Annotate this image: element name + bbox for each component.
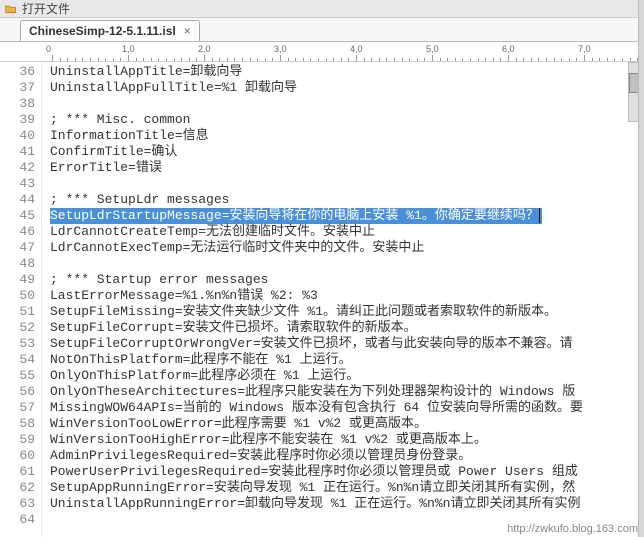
code-line[interactable]: LdrCannotCreateTemp=无法创建临时文件。安装中止 [50, 224, 644, 240]
line-number: 45 [0, 208, 35, 224]
code-line[interactable]: LastErrorMessage=%1.%n%n错误 %2: %3 [50, 288, 644, 304]
code-line[interactable]: SetupFileCorrupt=安装文件已损坏。请索取软件的新版本。 [50, 320, 644, 336]
line-number: 36 [0, 64, 35, 80]
line-number: 59 [0, 432, 35, 448]
open-file-label[interactable]: 打开文件 [22, 0, 70, 17]
line-number: 48 [0, 256, 35, 272]
code-line[interactable]: UninstallAppTitle=卸载向导 [50, 64, 644, 80]
line-number: 38 [0, 96, 35, 112]
line-gutter: 3637383940414243444546474849505152535455… [0, 62, 42, 537]
text-cursor [539, 208, 540, 223]
line-number: 39 [0, 112, 35, 128]
ruler-label: 2,0 [198, 44, 211, 54]
code-line[interactable]: MissingWOW64APIs=当前的 Windows 版本没有包含执行 64… [50, 400, 644, 416]
ruler-label: 5,0 [426, 44, 439, 54]
horizontal-ruler: 0 1,0 2,0 3,0 4,0 5,0 6,0 7,0 [0, 42, 644, 62]
code-line[interactable]: ; *** SetupLdr messages [50, 192, 644, 208]
code-line[interactable]: SetupFileCorruptOrWrongVer=安装文件已损坏，或者与此安… [50, 336, 644, 352]
line-number: 40 [0, 128, 35, 144]
open-file-icon[interactable] [4, 2, 18, 16]
line-number: 52 [0, 320, 35, 336]
code-line[interactable] [50, 96, 644, 112]
line-number: 47 [0, 240, 35, 256]
code-line[interactable]: WinVersionTooHighError=此程序不能安装在 %1 v%2 或… [50, 432, 644, 448]
line-number: 58 [0, 416, 35, 432]
ruler-label: 6,0 [502, 44, 515, 54]
line-number: 43 [0, 176, 35, 192]
tab-close-icon[interactable]: × [184, 24, 191, 38]
code-line[interactable]: OnlyOnThisPlatform=此程序必须在 %1 上运行。 [50, 368, 644, 384]
code-line[interactable]: WinVersionTooLowError=此程序需要 %1 v%2 或更高版本… [50, 416, 644, 432]
line-number: 60 [0, 448, 35, 464]
code-line[interactable]: ConfirmTitle=确认 [50, 144, 644, 160]
code-line[interactable]: UninstallAppRunningError=卸载向导发现 %1 正在运行。… [50, 496, 644, 512]
line-number: 63 [0, 496, 35, 512]
code-line[interactable]: InformationTitle=信息 [50, 128, 644, 144]
line-number: 50 [0, 288, 35, 304]
code-line[interactable]: ; *** Startup error messages [50, 272, 644, 288]
tab-bar: ChineseSimp-12-5.1.11.isl × [0, 18, 644, 42]
code-line[interactable]: ; *** Misc. common [50, 112, 644, 128]
line-number: 51 [0, 304, 35, 320]
code-line[interactable]: LdrCannotExecTemp=无法运行临时文件夹中的文件。安装中止 [50, 240, 644, 256]
line-number: 61 [0, 464, 35, 480]
line-number: 42 [0, 160, 35, 176]
ruler-label: 4,0 [350, 44, 363, 54]
code-line[interactable] [50, 176, 644, 192]
file-tab[interactable]: ChineseSimp-12-5.1.11.isl × [20, 20, 200, 41]
code-line[interactable]: AdminPrivilegesRequired=安装此程序时你必须以管理员身份登… [50, 448, 644, 464]
line-number: 37 [0, 80, 35, 96]
line-number: 46 [0, 224, 35, 240]
line-number: 49 [0, 272, 35, 288]
code-line[interactable]: UninstallAppFullTitle=%1 卸载向导 [50, 80, 644, 96]
line-number: 41 [0, 144, 35, 160]
ruler-label: 3,0 [274, 44, 287, 54]
line-number: 44 [0, 192, 35, 208]
line-number: 55 [0, 368, 35, 384]
line-number: 53 [0, 336, 35, 352]
code-line[interactable]: SetupAppRunningError=安装向导发现 %1 正在运行。%n%n… [50, 480, 644, 496]
right-border [638, 0, 644, 537]
code-line[interactable] [50, 256, 644, 272]
code-line[interactable]: NotOnThisPlatform=此程序不能在 %1 上运行。 [50, 352, 644, 368]
ruler-label: 1,0 [122, 44, 135, 54]
line-number: 64 [0, 512, 35, 528]
ruler-label: 0 [46, 44, 51, 54]
code-editor[interactable]: 3637383940414243444546474849505152535455… [0, 62, 644, 537]
menu-bar: 打开文件 [0, 0, 644, 18]
code-line[interactable]: SetupLdrStartupMessage=安装向导将在你的电脑上安装 %1。… [50, 208, 542, 224]
ruler-label: 7,0 [578, 44, 591, 54]
code-line[interactable]: ErrorTitle=错误 [50, 160, 644, 176]
line-number: 54 [0, 352, 35, 368]
code-line[interactable]: SetupFileMissing=安装文件夹缺少文件 %1。请纠正此问题或者索取… [50, 304, 644, 320]
line-number: 56 [0, 384, 35, 400]
line-number: 62 [0, 480, 35, 496]
line-number: 57 [0, 400, 35, 416]
code-line[interactable]: PowerUserPrivilegesRequired=安装此程序时你必须以管理… [50, 464, 644, 480]
code-area[interactable]: UninstallAppTitle=卸载向导UninstallAppFullTi… [42, 62, 644, 537]
footer-watermark: http://zwkufo.blog.163.com [507, 523, 638, 535]
code-line[interactable]: OnlyOnTheseArchitectures=此程序只能安装在为下列处理器架… [50, 384, 644, 400]
tab-filename: ChineseSimp-12-5.1.11.isl [29, 24, 176, 38]
